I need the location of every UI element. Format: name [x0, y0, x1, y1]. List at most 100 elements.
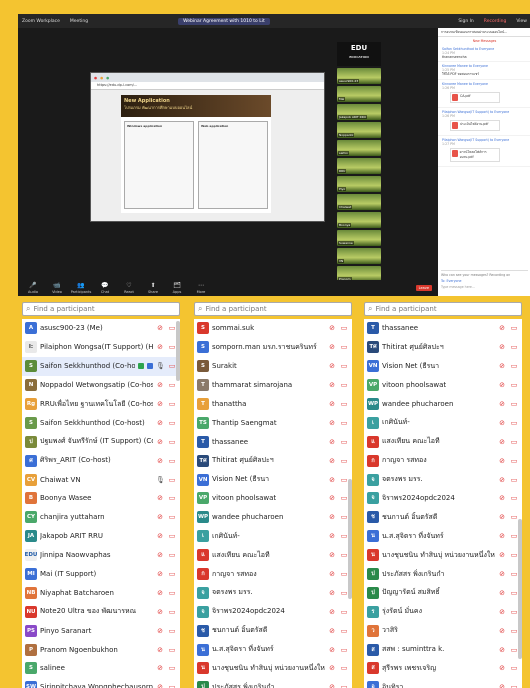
video-tile[interactable]: Suwanne: [337, 230, 381, 246]
video-off-icon[interactable]: ▭: [339, 324, 349, 332]
microphone-muted-icon[interactable]: ⊘: [498, 381, 506, 389]
video-off-icon[interactable]: ▭: [339, 683, 349, 688]
microphone-muted-icon[interactable]: ⊘: [328, 381, 336, 389]
video-tile[interactable]: Chaiwat: [337, 194, 381, 210]
participant-row[interactable]: Tศ Thitirat ศุนย์ศิลปะฯ ⊘ ▭: [364, 338, 522, 357]
microphone-muted-icon[interactable]: ⊘: [156, 664, 164, 672]
video-off-icon[interactable]: ▭: [339, 664, 349, 672]
video-tile[interactable]: Jakapob ARIT RRU: [337, 104, 381, 120]
chat-file-attachment[interactable]: CA.pdf: [450, 92, 500, 103]
participant-row[interactable]: ชชนกานต์ อิ้นตรัสดี ⊘ ▭: [364, 508, 522, 527]
microphone-muted-icon[interactable]: ⊘: [156, 570, 164, 578]
microphone-muted-icon[interactable]: ⊘: [498, 589, 506, 597]
microphone-muted-icon[interactable]: ⊘: [328, 683, 336, 688]
participant-row[interactable]: N Noppadol Wetwongsatip (Co-host) ⊘ ▭: [22, 376, 180, 395]
participant-row[interactable]: กกาญจา รสทอง ⊘ ▭: [364, 451, 522, 470]
participant-row[interactable]: CY chanjira yuttaharn ⊘ ▭: [22, 508, 180, 527]
participant-row[interactable]: S Saifon Sekkhunthod (Co-host) 🎙 ▭: [22, 356, 180, 376]
video-tile[interactable]: asusc900-23: [337, 68, 381, 84]
participant-row[interactable]: P Pranom Ngoenbukhon ⊘ ▭: [22, 640, 180, 659]
participant-row[interactable]: สสุรีรพร เพชรเจริญ ⊘ ▭: [364, 659, 522, 678]
video-off-icon[interactable]: ▭: [339, 381, 349, 389]
video-off-icon[interactable]: ▭: [167, 494, 177, 502]
participant-row[interactable]: ปประภัสสร พิ่งเกรินกำ ⊘ ▭: [194, 678, 352, 688]
microphone-muted-icon[interactable]: ⊘: [498, 627, 506, 635]
microphone-muted-icon[interactable]: ⊘: [498, 400, 506, 408]
participant-row[interactable]: TS Thantip Saengmat ⊘ ▭: [194, 413, 352, 432]
participant-row[interactable]: ศศิริพร_ARIT (Co-host) ⊘ ▭: [22, 451, 180, 470]
participant-row[interactable]: แแสงเทียน คณะไอที ⊘ ▭: [364, 432, 522, 451]
microphone-muted-icon[interactable]: ⊘: [156, 589, 164, 597]
participant-row[interactable]: Tthassanee ⊘ ▭: [194, 432, 352, 451]
participant-row[interactable]: เเกศินันท์- ⊘ ▭: [364, 413, 522, 432]
microphone-muted-icon[interactable]: ⊘: [498, 646, 506, 654]
microphone-muted-icon[interactable]: ⊘: [328, 343, 336, 351]
participant-row[interactable]: นน.ส.สุจิตรา ที่งจันทร์ ⊘ ▭: [364, 527, 522, 546]
microphone-muted-icon[interactable]: ⊘: [156, 646, 164, 654]
video-off-icon[interactable]: ▭: [167, 551, 177, 559]
video-tile[interactable]: VN: [337, 248, 381, 264]
browser-url-bar[interactable]: https://edu-dp-l.com/...: [91, 82, 324, 90]
toolbar-participants-button[interactable]: 👥 Participants: [70, 282, 92, 294]
toolbar-react-button[interactable]: ♡ React: [118, 282, 140, 294]
video-off-icon[interactable]: ▭: [509, 683, 519, 688]
microphone-muted-icon[interactable]: ⊘: [498, 438, 506, 446]
microphone-muted-icon[interactable]: ⊘: [156, 343, 164, 351]
microphone-muted-icon[interactable]: ⊘: [498, 683, 506, 688]
video-tile[interactable]: Mai: [337, 86, 381, 102]
video-off-icon[interactable]: ▭: [509, 494, 519, 502]
meeting-pill[interactable]: Webinar Agreement with 1010 to Lit: [178, 17, 270, 25]
participant-row[interactable]: สสสพ : suminttra k. ⊘ ▭: [364, 640, 522, 659]
microphone-muted-icon[interactable]: ⊘: [328, 457, 336, 465]
microphone-muted-icon[interactable]: ⊘: [498, 419, 506, 427]
microphone-muted-icon[interactable]: ⊘: [156, 608, 164, 616]
microphone-icon[interactable]: 🎙: [156, 362, 165, 370]
microphone-muted-icon[interactable]: ⊘: [498, 513, 506, 521]
participant-row[interactable]: ออินทิรา ⊘ ▭: [364, 678, 522, 688]
microphone-muted-icon[interactable]: ⊘: [328, 570, 336, 578]
microphone-muted-icon[interactable]: ⊘: [156, 532, 164, 540]
participant-row[interactable]: เเกศินันท์- ⊘ ▭: [194, 527, 352, 546]
participant-row[interactable]: NU Note20 Ultra ของ พัฒนารหณ ⊘ ▭: [22, 602, 180, 621]
microphone-muted-icon[interactable]: ⊘: [328, 494, 336, 502]
microphone-muted-icon[interactable]: ⊘: [498, 532, 506, 540]
video-off-icon[interactable]: ▭: [167, 381, 177, 389]
view-button[interactable]: View: [516, 19, 527, 24]
microphone-muted-icon[interactable]: ⊘: [156, 419, 164, 427]
microphone-muted-icon[interactable]: ⊘: [498, 362, 506, 370]
participant-row[interactable]: I:Pilaiphon Wongsa(IT Support) (Host)⊘▭: [22, 338, 180, 357]
video-tile[interactable]: RRU: [337, 158, 381, 174]
video-off-icon[interactable]: ▭: [509, 476, 519, 484]
video-off-icon[interactable]: ▭: [167, 664, 177, 672]
video-off-icon[interactable]: ▭: [167, 400, 177, 408]
microphone-muted-icon[interactable]: ⊘: [328, 646, 336, 654]
microphone-muted-icon[interactable]: ⊘: [498, 551, 506, 559]
toolbar-audio-button[interactable]: 🎤 Audio: [22, 282, 44, 294]
microphone-muted-icon[interactable]: ⊘: [156, 494, 164, 502]
participant-row[interactable]: Rg RRUเพื่อไทย ฐานเทคโนโลยี (Co-host) ⊘ ▭: [22, 395, 180, 414]
meeting-menu[interactable]: Meeting: [70, 19, 88, 24]
participant-row[interactable]: จจตรงพร มรร. ⊘ ▭: [194, 583, 352, 602]
participant-row[interactable]: VP vitoon phoolsawat ⊘ ▭: [364, 376, 522, 395]
participant-row[interactable]: B Boonya Wasee ⊘ ▭: [22, 489, 180, 508]
video-off-icon[interactable]: ▭: [167, 476, 177, 484]
video-off-icon[interactable]: ▭: [509, 400, 519, 408]
participant-row[interactable]: ชชนกานต์ อิ้นตรัสดี ⊘ ▭: [194, 621, 352, 640]
microphone-muted-icon[interactable]: ⊘: [328, 400, 336, 408]
video-off-icon[interactable]: ▭: [167, 683, 177, 688]
participant-row[interactable]: JA Jakapob ARIT RRU ⊘ ▭: [22, 527, 180, 546]
participant-row[interactable]: Ssomporn.man มรภ.ราชนครินทร์ ⊘ ▭: [194, 338, 352, 357]
scrollbar-thumb[interactable]: [518, 519, 522, 659]
video-tile[interactable]: saifon: [337, 140, 381, 156]
video-off-icon[interactable]: ▭: [509, 438, 519, 446]
video-off-icon[interactable]: ▭: [167, 457, 177, 465]
video-off-icon[interactable]: ▭: [167, 646, 177, 654]
microphone-muted-icon[interactable]: ⊘: [156, 438, 164, 446]
participant-row[interactable]: WP wandee phucharoen ⊘ ▭: [364, 395, 522, 414]
participant-row[interactable]: ววาสิริ ⊘ ▭: [364, 621, 522, 640]
microphone-icon[interactable]: 🎙: [156, 476, 165, 484]
microphone-muted-icon[interactable]: ⊘: [328, 419, 336, 427]
video-off-icon[interactable]: ▭: [509, 457, 519, 465]
participant-search-input[interactable]: ⌕ Find a participant: [364, 302, 522, 316]
scrollbar-thumb[interactable]: [176, 321, 180, 381]
